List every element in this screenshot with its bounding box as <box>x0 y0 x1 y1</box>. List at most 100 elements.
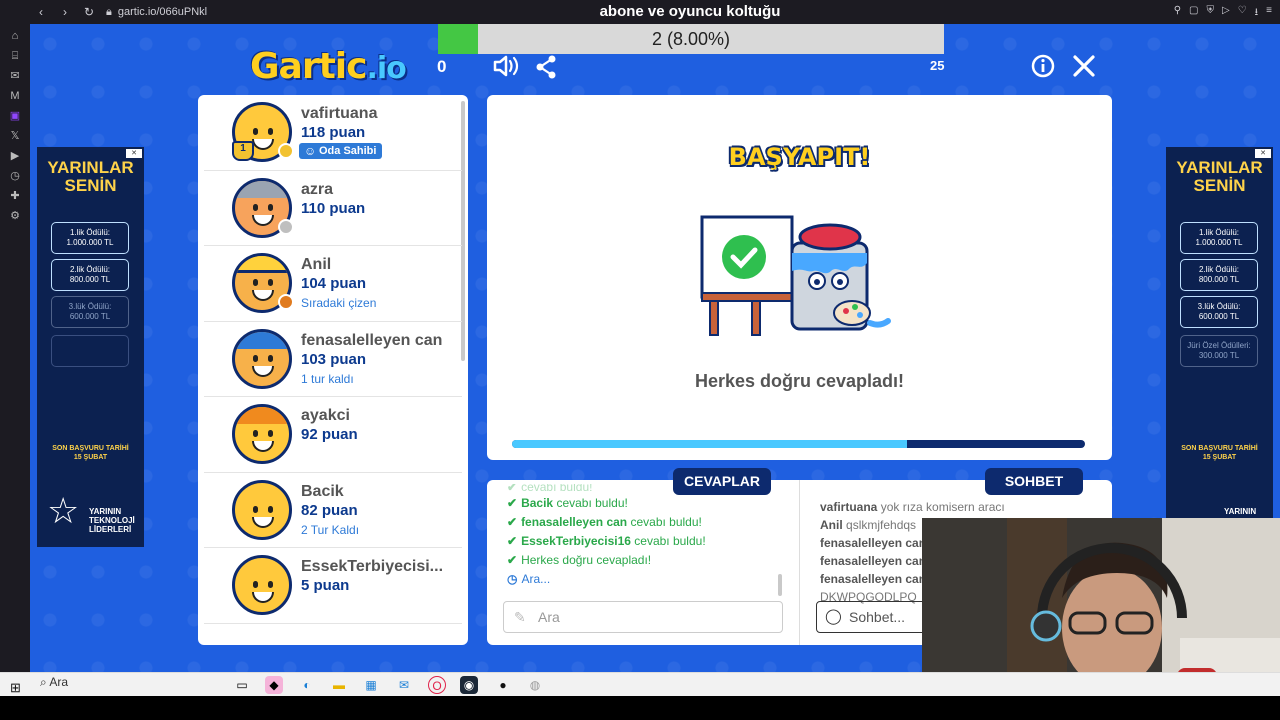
player-points: 82 puan <box>301 501 358 519</box>
steam-icon[interactable]: ◉ <box>460 676 478 694</box>
messenger-icon[interactable]: M <box>9 90 21 102</box>
player-name: EssekTerbiyecisi... <box>301 558 444 575</box>
answer-input[interactable]: ✎ Ara <box>503 601 783 633</box>
player-name: vafirtuana <box>301 105 378 122</box>
answer-line: ✔ Herkes doğru cevapladı! <box>507 553 652 567</box>
twitch-icon[interactable]: ▣ <box>9 110 21 122</box>
browser-sidebar: ⌂ ⌸ ✉ M ▣ 𝕏 ▶ ◷ ✚ ⚙ <box>0 24 30 672</box>
ad-banner-left[interactable]: ✕ YARINLAR SENİN 1.lik Ödülü: 1.000.000 TL… <box>37 147 144 547</box>
check-icon: ✔ <box>507 515 518 529</box>
copilot-icon[interactable]: ◆ <box>265 676 283 694</box>
answer-line: ✔ fenasalelleyen can cevabı buldu! <box>507 515 702 529</box>
info-icon[interactable] <box>1031 54 1055 85</box>
tab-answers[interactable]: CEVAPLAR <box>673 468 771 495</box>
player-row[interactable]: Bacik 82 puan 2 Tur Kaldı <box>204 473 462 548</box>
mail-icon[interactable]: ✉ <box>9 70 21 82</box>
menu-icon[interactable]: ≡ <box>1266 5 1272 22</box>
score-counter: 0 <box>437 57 447 76</box>
play-icon[interactable]: ▷ <box>1222 5 1230 22</box>
share-icon[interactable] <box>535 55 557 86</box>
player-points: 5 puan <box>301 577 350 594</box>
player-row[interactable]: fenasalelleyen can 103 puan 1 tur kaldı <box>204 322 462 397</box>
all-correct-message: Herkes doğru cevapladı! <box>694 371 905 391</box>
room-owner-badge: Oda Sahibi <box>299 143 383 159</box>
player-points: 118 puan <box>301 124 366 141</box>
player-row[interactable]: 1 vafirtuana 118 puan Oda Sahibi <box>204 95 462 171</box>
ad-prize-4: Jüri Özel Ödülleri: 300.000 TL <box>1180 335 1258 367</box>
check-icon: ✔ <box>507 534 518 548</box>
home-icon[interactable]: ⌂ <box>9 30 21 42</box>
player-row[interactable]: Anil 104 puan Sıradaki çizen <box>204 246 462 322</box>
download-icon[interactable]: ⭳ <box>1255 5 1259 22</box>
player-status-dot <box>278 294 294 310</box>
player-status-dot <box>278 218 294 235</box>
answer-line: ✔ EssekTerbiyecisi16 cevabı buldu! <box>507 534 706 548</box>
player-row[interactable]: ayakci 92 puan <box>204 397 462 473</box>
ad-prize-1: 1.lik Ödülü: 1.000.000 TL <box>1180 222 1258 254</box>
ad-banner-right[interactable]: ✕ YARINLAR SENİN 1.lik Ödülü: 1.000.000 TL… <box>1166 147 1273 547</box>
bag-icon[interactable]: ⌸ <box>9 50 21 62</box>
app-icon[interactable]: ◍ <box>526 676 544 694</box>
volume-icon[interactable] <box>492 54 520 85</box>
store-icon[interactable]: ▦ <box>362 676 380 694</box>
taskbar-search[interactable]: ⌕ Ara <box>40 675 68 690</box>
player-name: Bacik <box>301 482 344 500</box>
easel-icon <box>700 215 794 336</box>
player-name: fenasalelleyen can <box>301 331 443 349</box>
task-view-icon[interactable]: ▭ <box>233 676 251 694</box>
ad-prize-3: 3.lük Ödülü: 600.000 TL <box>1180 296 1258 328</box>
player-name: Anil <box>301 256 332 273</box>
player-name: ayakci <box>301 407 350 424</box>
player-note: 1 tur kaldı <box>301 371 354 386</box>
mail-app-icon[interactable]: ✉ <box>395 676 413 694</box>
heart-icon[interactable]: ♡ <box>1238 5 1247 22</box>
ad-tagline: YARININ TEKNOLOJİ LİDERLERİ <box>89 507 135 534</box>
player-avatar <box>232 479 292 540</box>
browser-toolbar: ‹ › ↻ 🔒︎ gartic.io/066uPNkl abone ve oyu… <box>0 0 1280 24</box>
screen: ‹ › ↻ 🔒︎ gartic.io/066uPNkl abone ve oyu… <box>0 0 1280 720</box>
answers-scrollbar[interactable] <box>778 574 782 596</box>
answer-hint-line: ◷ Ara... <box>507 572 551 586</box>
chat-bubble-icon: ◯ <box>825 608 842 625</box>
extensions-icon[interactable]: ✚ <box>9 190 21 202</box>
answers-panel: ✔ cevabı buldu! ✔ Bacik cevabı buldu! ✔ fena… <box>487 480 799 645</box>
snapshot-icon[interactable]: ▢ <box>1189 5 1198 22</box>
ad-close-icon[interactable]: ✕ <box>1255 149 1271 158</box>
opera-gx-icon[interactable]: O <box>428 676 446 694</box>
extensions-bar: ⚲ ▢ ⛨ ▷ ♡ ⭳ ≡ <box>1174 5 1272 22</box>
x-icon[interactable]: 𝕏 <box>9 130 21 142</box>
ad-prize-2: 2.lik Ödülü: 800.000 TL <box>51 259 129 291</box>
ad-deadline: SON BAŞVURU TARİHİ 15 ŞUBAT <box>1181 445 1258 461</box>
file-explorer-icon[interactable]: ▬ <box>330 676 348 694</box>
player-points: 104 puan <box>301 275 367 292</box>
check-icon: ✔ <box>507 553 518 567</box>
obs-icon[interactable]: ● <box>494 676 512 694</box>
round-counter: 25 <box>930 58 945 73</box>
player-list: 1 vafirtuana 118 puan Oda Sahibi azra110 pua… <box>198 95 468 624</box>
tab-chat[interactable]: SOHBET <box>985 468 1083 495</box>
player-icon[interactable]: ▶ <box>9 150 21 162</box>
ad-close-icon[interactable]: ✕ <box>126 149 142 158</box>
player-row[interactable]: EssekTerbiyecisi... 5 puan <box>204 548 462 624</box>
pin-icon[interactable]: ⚲ <box>1174 5 1181 22</box>
windows-start-icon[interactable]: ⊞ <box>10 680 22 695</box>
player-status-dot <box>278 143 294 159</box>
settings-icon[interactable]: ⚙ <box>9 210 21 222</box>
gartic-logo: Gartic.io <box>250 46 407 87</box>
players-panel: 1 vafirtuana 118 puan Oda Sahibi azra110 pua… <box>198 95 468 645</box>
ad-title: YARINLAR SENİN <box>1176 158 1263 195</box>
shield-icon[interactable]: ⛨ <box>1206 5 1214 22</box>
drawing-board: BAŞYAPIT! Herkes doğru cevapladı! <box>487 95 1112 460</box>
ad-prize-2: 2.lik Ödülü: 800.000 TL <box>1180 259 1258 291</box>
progress-label: 2 (8.00%) <box>651 29 731 49</box>
ad-prize-4 <box>51 335 129 367</box>
progress-bar: 2 (8.00%) <box>438 24 944 54</box>
star-logo-icon: ☆ <box>47 490 80 531</box>
history-icon[interactable]: ◷ <box>9 170 21 182</box>
close-icon[interactable] <box>1072 54 1096 85</box>
ad-prize-1: 1.lik Ödülü: 1.000.000 TL <box>51 222 129 254</box>
player-row[interactable]: azra 110 puan <box>204 171 462 246</box>
player-points: 110 puan <box>301 199 366 217</box>
edge-icon[interactable]: ◐ <box>298 676 316 694</box>
ad-deadline: SON BAŞVURU TARİHİ 15 ŞUBAT <box>52 445 129 461</box>
